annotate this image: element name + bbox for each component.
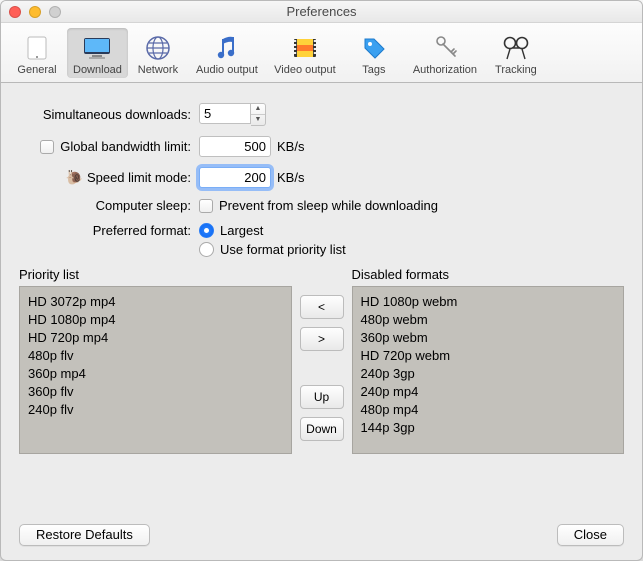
move-down-button[interactable]: Down bbox=[300, 417, 344, 441]
computer-sleep-label: Computer sleep: bbox=[19, 198, 199, 213]
tab-video-output[interactable]: Video output bbox=[266, 28, 344, 78]
bandwidth-limit-label: Global bandwidth limit: bbox=[60, 139, 191, 154]
close-button[interactable]: Close bbox=[557, 524, 624, 546]
tags-icon bbox=[358, 32, 390, 64]
audio-icon bbox=[211, 32, 243, 64]
list-item[interactable]: 480p webm bbox=[361, 311, 616, 329]
content-pane: Simultaneous downloads: ▲ ▼ Global bandw… bbox=[1, 83, 642, 468]
list-item[interactable]: 240p 3gp bbox=[361, 365, 616, 383]
prevent-sleep-checkbox[interactable] bbox=[199, 199, 213, 213]
format-priority-radio[interactable] bbox=[199, 242, 214, 257]
bandwidth-limit-checkbox[interactable] bbox=[40, 140, 54, 154]
tab-tracking[interactable]: Tracking bbox=[486, 28, 546, 78]
list-item[interactable]: 480p mp4 bbox=[361, 401, 616, 419]
speed-unit: KB/s bbox=[277, 170, 304, 185]
simultaneous-downloads-label: Simultaneous downloads: bbox=[19, 107, 199, 122]
preferences-window: Preferences General Download Network Aud… bbox=[0, 0, 643, 561]
format-priority-label: Use format priority list bbox=[220, 242, 346, 257]
tab-download[interactable]: Download bbox=[67, 28, 128, 78]
list-item[interactable]: HD 720p mp4 bbox=[28, 329, 283, 347]
video-icon bbox=[289, 32, 321, 64]
restore-defaults-button[interactable]: Restore Defaults bbox=[19, 524, 150, 546]
list-item[interactable]: 360p webm bbox=[361, 329, 616, 347]
tab-label: Network bbox=[138, 64, 178, 76]
tracking-icon bbox=[500, 32, 532, 64]
disabled-formats-title: Disabled formats bbox=[352, 267, 625, 282]
move-left-button[interactable]: < bbox=[300, 295, 344, 319]
tab-authorization[interactable]: Authorization bbox=[404, 28, 486, 78]
format-largest-label: Largest bbox=[220, 223, 263, 238]
general-icon bbox=[21, 32, 53, 64]
network-icon bbox=[142, 32, 174, 64]
tab-label: General bbox=[17, 64, 56, 76]
prevent-sleep-label: Prevent from sleep while downloading bbox=[219, 198, 438, 213]
window-controls bbox=[9, 6, 61, 18]
tab-network[interactable]: Network bbox=[128, 28, 188, 78]
format-largest-radio[interactable] bbox=[199, 223, 214, 238]
tab-audio-output[interactable]: Audio output bbox=[188, 28, 266, 78]
authorization-icon bbox=[429, 32, 461, 64]
list-item[interactable]: 144p 3gp bbox=[361, 419, 616, 437]
list-item[interactable]: 360p mp4 bbox=[28, 365, 283, 383]
list-item[interactable]: 240p mp4 bbox=[361, 383, 616, 401]
download-icon bbox=[81, 32, 113, 64]
bandwidth-limit-input[interactable] bbox=[199, 136, 271, 157]
list-item[interactable]: HD 1080p mp4 bbox=[28, 311, 283, 329]
tab-tags[interactable]: Tags bbox=[344, 28, 404, 78]
zoom-window-button[interactable] bbox=[49, 6, 61, 18]
toolbar: General Download Network Audio output Vi… bbox=[1, 23, 642, 83]
window-title: Preferences bbox=[286, 4, 356, 19]
tab-label: Authorization bbox=[413, 64, 477, 76]
tab-label: Audio output bbox=[196, 64, 258, 76]
list-item[interactable]: HD 1080p webm bbox=[361, 293, 616, 311]
simultaneous-downloads-input[interactable] bbox=[199, 103, 251, 124]
list-item[interactable]: 480p flv bbox=[28, 347, 283, 365]
preferred-format-label: Preferred format: bbox=[19, 223, 199, 238]
list-item[interactable]: HD 720p webm bbox=[361, 347, 616, 365]
tab-label: Tracking bbox=[495, 64, 537, 76]
move-right-button[interactable]: > bbox=[300, 327, 344, 351]
titlebar: Preferences bbox=[1, 1, 642, 23]
priority-list[interactable]: HD 3072p mp4HD 1080p mp4HD 720p mp4480p … bbox=[19, 286, 292, 454]
speed-limit-input[interactable] bbox=[199, 167, 271, 188]
move-up-button[interactable]: Up bbox=[300, 385, 344, 409]
tab-label: Download bbox=[73, 64, 122, 76]
tab-label: Video output bbox=[274, 64, 336, 76]
list-item[interactable]: HD 3072p mp4 bbox=[28, 293, 283, 311]
minimize-window-button[interactable] bbox=[29, 6, 41, 18]
disabled-formats-list[interactable]: HD 1080p webm480p webm360p webmHD 720p w… bbox=[352, 286, 625, 454]
bandwidth-unit: KB/s bbox=[277, 139, 304, 154]
snail-icon: 🐌 bbox=[66, 169, 83, 186]
list-item[interactable]: 240p flv bbox=[28, 401, 283, 419]
priority-list-title: Priority list bbox=[19, 267, 292, 282]
list-item[interactable]: 360p flv bbox=[28, 383, 283, 401]
tab-general[interactable]: General bbox=[7, 28, 67, 78]
simultaneous-downloads-stepper[interactable]: ▲ ▼ bbox=[199, 103, 266, 126]
close-window-button[interactable] bbox=[9, 6, 21, 18]
stepper-down-icon[interactable]: ▼ bbox=[251, 115, 265, 125]
tab-label: Tags bbox=[362, 64, 385, 76]
speed-limit-label: Speed limit mode: bbox=[87, 170, 191, 185]
stepper-up-icon[interactable]: ▲ bbox=[251, 104, 265, 115]
